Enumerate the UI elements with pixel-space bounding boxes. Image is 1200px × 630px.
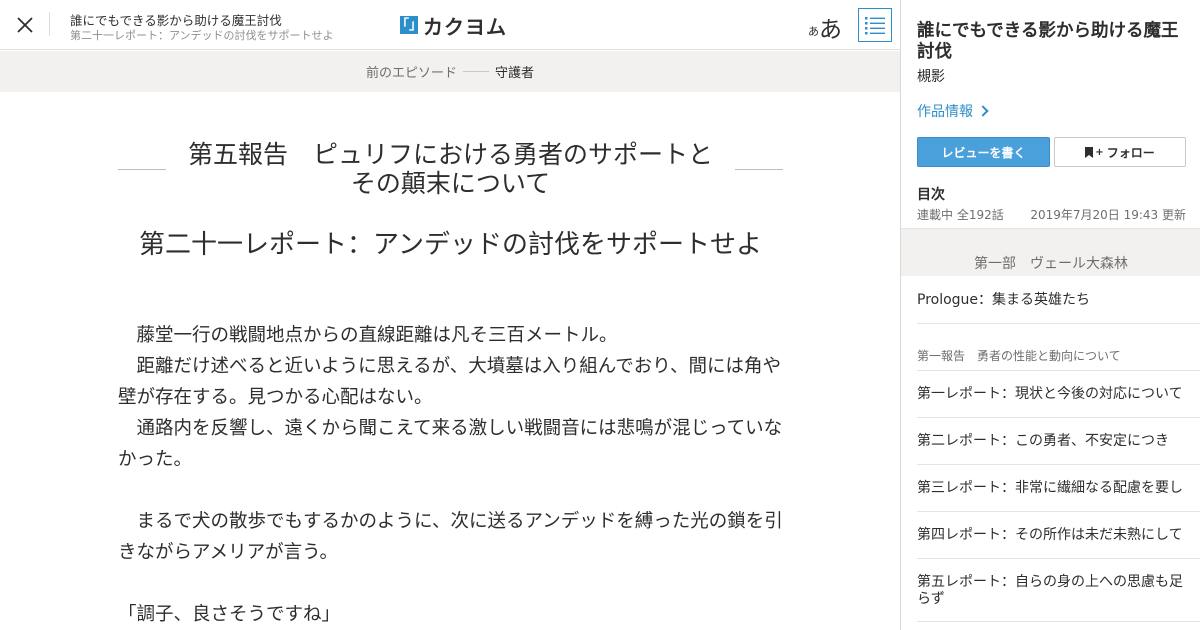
body-paragraph: 藤堂一行の戦闘地点からの直線距離は凡そ三百メートル。 — [118, 325, 618, 346]
toc-item-label: 第五レポート：自らの身の上への思慮も足らず — [917, 574, 1183, 607]
logo-text: カクヨム — [423, 14, 507, 39]
chapter-heading-line2: その顛末について — [350, 169, 551, 198]
work-info-link[interactable]: 作品情報 — [917, 101, 989, 121]
episode-subtitle: 第二十一レポート：アンデッドの討伐をサポートせよ — [70, 29, 334, 42]
toc-section-header: 第一報告 勇者の性能と動向について — [917, 347, 1200, 371]
part-title: 第一部 ヴェール大森林 — [974, 256, 1128, 272]
bookmark-icon — [1085, 146, 1094, 158]
write-review-button[interactable]: レビューを書く — [917, 137, 1050, 167]
episode-title: 第二十一レポート：アンデッドの討伐をサポートせよ — [139, 230, 762, 260]
toc-panel: 誰にでもできる影から助ける魔王討伐 槻影 作品情報 レビューを書く + フォロー… — [900, 0, 1200, 630]
follow-button-label: フォロー — [1106, 145, 1155, 160]
body-paragraph — [118, 475, 783, 506]
font-size-button[interactable]: あ あ — [808, 10, 844, 43]
panel-author[interactable]: 槻影 — [917, 66, 945, 86]
previous-episode-bar: 前のエピソード 守護者 — [0, 51, 900, 92]
kakuyomu-logo[interactable]: 「」 カクヨム — [396, 12, 507, 39]
body-paragraph: 距離だけ述べると近いように思えるが、大墳墓は入り組んでおり、間には角や壁が存在す… — [118, 356, 782, 408]
body-paragraph: 通路内を反響し、遠くから聞こえて来る激しい戦闘音には悲鳴が混じっていなかった。 — [118, 418, 783, 470]
list-icon — [865, 17, 885, 35]
episode-count: 連載中 全192話 — [917, 208, 1004, 222]
font-small-glyph: あ — [808, 25, 819, 38]
chapter-heading-line1: 第五報告 ピュリフにおける勇者のサポートと — [187, 140, 713, 169]
updated-date: 2019年7月20日 19:43 更新 — [1030, 208, 1186, 222]
reader-header: 誰にでもできる影から助ける魔王討伐 第二十一レポート：アンデッドの討伐をサポート… — [0, 0, 900, 50]
toc-item-episode[interactable]: 第三レポート：非常に繊細なる配慮を要し — [917, 480, 1200, 512]
body-paragraph: 「調子、良さそうですね」 — [118, 604, 341, 625]
toc-item-episode[interactable]: 第二レポート：この勇者、不安定につき — [917, 433, 1200, 465]
toc-section-label: 第一報告 勇者の性能と動向について — [917, 349, 1121, 363]
toc-item-label: 第一レポート：現状と今後の対応について — [917, 386, 1183, 402]
episode-body: 藤堂一行の戦闘地点からの直線距離は凡そ三百メートル。 距離だけ述べると近いように… — [118, 320, 783, 630]
body-paragraph: まるで犬の散歩でもするかのように、次に送るアンデッドを縛った光の鎖を引きながらア… — [118, 511, 783, 563]
toc-heading: 目次 — [917, 187, 945, 203]
part-header: 第一部 ヴェール大森林 — [901, 228, 1200, 276]
toc-item-label: 第四レポート：その所作は未だ未熟にして — [917, 527, 1183, 543]
toc-item-label: 第二レポート：この勇者、不安定につき — [917, 433, 1169, 449]
close-button[interactable] — [15, 15, 35, 35]
panel-work-title[interactable]: 誰にでもできる影から助ける魔王討伐 — [917, 21, 1193, 63]
toc-item-label: 第三レポート：非常に繊細なる配慮を要し — [917, 480, 1183, 496]
logo-mark-icon: 「」 — [396, 16, 423, 34]
serial-status: 連載中 全192話 2019年7月20日 19:43 更新 — [917, 206, 1186, 223]
previous-episode-label: 前のエピソード — [365, 66, 457, 81]
toc-item-episode[interactable]: 第一レポート：現状と今後の対応について — [917, 386, 1200, 418]
font-large-glyph: あ — [819, 17, 842, 43]
toc-item-episode[interactable]: 第四レポート：その所作は未だ未熟にして — [917, 527, 1200, 559]
body-paragraph — [118, 568, 783, 599]
toc-item-label: Prologue：集まる英雄たち — [917, 292, 1091, 308]
previous-episode-dash — [463, 71, 489, 72]
previous-episode-link[interactable]: 守護者 — [495, 62, 534, 81]
toc-item-episode[interactable]: 第五レポート：自らの身の上への思慮も足らず — [917, 574, 1200, 622]
chevron-right-icon — [977, 105, 989, 117]
chapter-heading: 第五報告 ピュリフにおける勇者のサポートと その顛末について — [118, 140, 783, 198]
follow-button[interactable]: + フォロー — [1054, 137, 1186, 167]
plus-icon: + — [1095, 146, 1104, 158]
close-icon — [17, 17, 33, 33]
toc-item-prologue[interactable]: Prologue：集まる英雄たち — [917, 292, 1200, 324]
work-info-label: 作品情報 — [917, 104, 973, 120]
header-divider — [49, 12, 50, 36]
reader-view: 誰にでもできる影から助ける魔王討伐 第二十一レポート：アンデッドの討伐をサポート… — [0, 0, 900, 630]
toc-toggle-button[interactable] — [858, 8, 892, 42]
